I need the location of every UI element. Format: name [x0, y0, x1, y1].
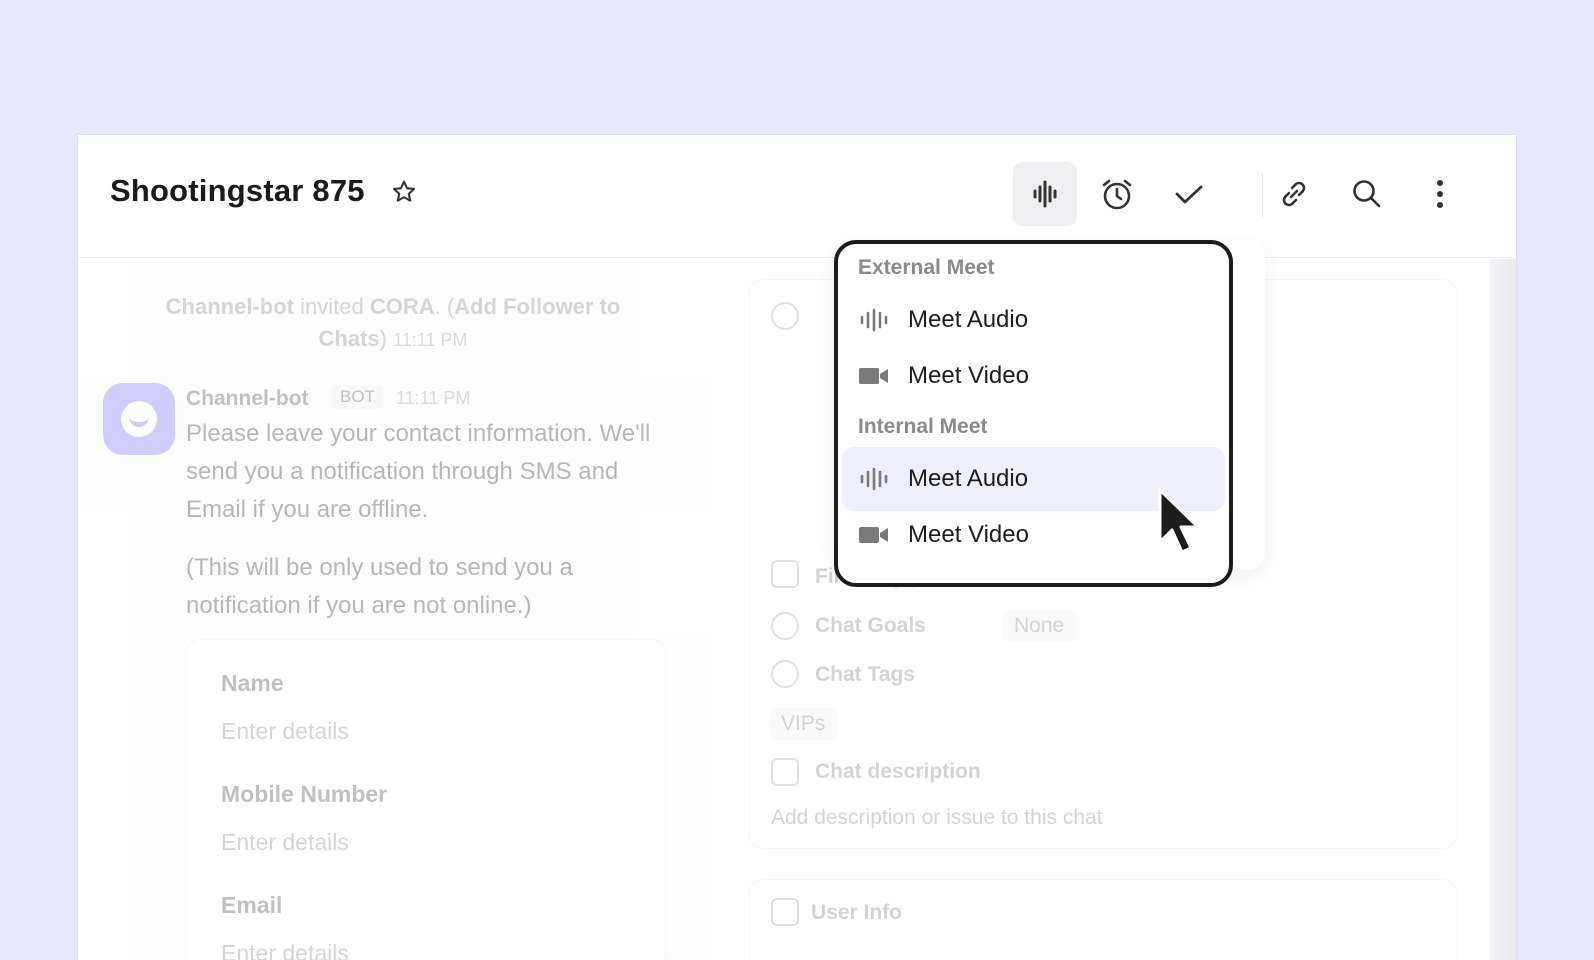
system-detail: Add Follower to Chats — [318, 294, 621, 351]
email-field[interactable]: Enter details — [221, 940, 349, 960]
chat-header: Shootingstar 875 — [78, 135, 1516, 258]
description-field[interactable]: Add description or issue to this chat — [771, 806, 1103, 830]
contact-form: Name Enter details Mobile Number Enter d… — [186, 639, 666, 960]
message-text: Please leave your contact information. W… — [186, 420, 651, 523]
system-target: CORA — [369, 294, 435, 319]
tag-chip[interactable]: VIPs — [769, 708, 838, 740]
chat-window: Shootingstar 875 Channel-bot invited COR… — [78, 135, 1516, 960]
more-vertical-icon — [1437, 180, 1443, 208]
chat-goals-label: Chat Goals — [815, 614, 926, 637]
audio-wave-icon — [860, 467, 888, 491]
external-meet-audio-item[interactable]: Meet Audio — [842, 288, 1225, 352]
external-meet-header: External Meet — [858, 256, 995, 279]
description-label: Chat description — [815, 760, 981, 783]
meet-button[interactable] — [1013, 162, 1077, 226]
mobile-label: Mobile Number — [221, 781, 388, 807]
chat-title: Shootingstar 875 — [110, 173, 365, 208]
video-camera-icon — [859, 368, 888, 384]
chat-goals-icon — [771, 612, 799, 640]
checkmark-icon — [1175, 185, 1203, 204]
chat-tags-label: Chat Tags — [815, 663, 915, 686]
name-label: Name — [221, 670, 284, 696]
menu-item-label: Meet Video — [908, 362, 1029, 389]
video-camera-icon — [859, 527, 888, 543]
resolve-button[interactable] — [1157, 162, 1221, 226]
snooze-button[interactable] — [1085, 162, 1149, 226]
mouse-cursor-icon — [1158, 488, 1200, 554]
copy-link-button[interactable] — [1262, 162, 1326, 226]
audio-wave-icon — [860, 308, 888, 332]
system-verb: invited — [300, 294, 364, 319]
system-actor: Channel-bot — [165, 294, 294, 319]
star-icon[interactable] — [390, 178, 418, 206]
system-message: Channel-bot invited CORA. (Add Follower … — [165, 294, 621, 351]
description-icon — [771, 758, 799, 786]
scrollbar[interactable] — [1490, 259, 1516, 960]
message-time: 11:11 PM — [396, 388, 471, 408]
menu-item-label: Meet Audio — [908, 465, 1029, 492]
search-icon — [1353, 180, 1381, 208]
system-time: 11:11 PM — [393, 330, 468, 350]
chat-goals-value[interactable]: None — [1002, 610, 1077, 642]
user-card-icon — [771, 898, 799, 926]
email-label: Email — [221, 892, 283, 918]
external-meet-video-item[interactable]: Meet Video — [842, 344, 1225, 408]
tag-icon — [771, 660, 799, 688]
name-field[interactable]: Enter details — [221, 718, 349, 745]
user-info-card: User Info — [748, 879, 1458, 960]
alarm-clock-icon — [1102, 179, 1132, 210]
message-note: (This will be only used to send you a no… — [186, 554, 573, 619]
bot-avatar — [103, 383, 175, 455]
more-options-button[interactable] — [1408, 162, 1472, 226]
message-sender: Channel-bot — [186, 387, 309, 410]
mobile-field[interactable]: Enter details — [221, 829, 349, 856]
audio-wave-icon — [1033, 180, 1057, 208]
first-reply-icon — [771, 560, 799, 588]
link-icon — [1282, 181, 1306, 207]
internal-meet-header: Internal Meet — [858, 415, 988, 438]
menu-item-label: Meet Audio — [908, 306, 1029, 333]
chat-messages: Channel-bot invited CORA. (Add Follower … — [78, 259, 713, 960]
user-info-label: User Info — [811, 901, 903, 924]
bot-badge: BOT — [332, 385, 383, 409]
search-button[interactable] — [1335, 162, 1399, 226]
menu-item-label: Meet Video — [908, 521, 1029, 548]
info-icon — [771, 302, 799, 330]
